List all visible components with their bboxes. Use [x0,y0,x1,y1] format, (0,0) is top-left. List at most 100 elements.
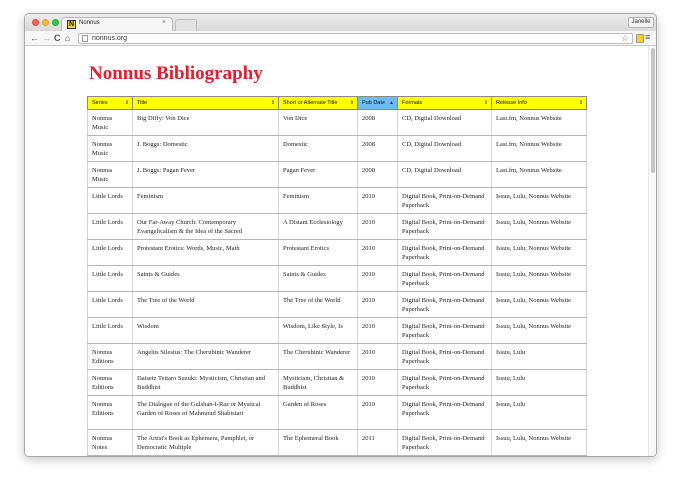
header-label: Pub Date [362,100,385,106]
table-row: Nonnus Editions The Dialogue of the Guls… [87,395,587,430]
cell-title: The Artist's Book as Ephemera, Pamphlet,… [132,429,279,456]
cell-pub-date: 2008 [357,161,398,188]
home-icon[interactable]: ⌂ [65,32,70,44]
sort-icon: ⇕ [483,100,488,106]
cell-formats: Digital Book, Print-on-Demand Paperback [397,395,492,430]
bookmark-star-icon[interactable]: ☆ [621,33,629,44]
cell-series: Little Lords [87,239,133,266]
column-header-formats[interactable]: Formats ⇕ [397,96,492,110]
cell-release-info: Issuu, Lulu, Nonnus Website [491,213,587,240]
cell-title: Feminism [132,187,279,214]
cell-release-info: Issuu, Lulu, Nonnus Website [491,317,587,344]
cell-series: Nonnus Music [87,109,133,136]
address-bar[interactable]: nonnus.org ☆ [78,33,633,44]
sort-ascending-icon: ▲ [389,100,394,106]
cell-pub-date: 2010 [357,187,398,214]
cell-formats: Digital Book, Print-on-Demand Paperback [397,343,492,370]
cell-release-info: Issuu, Lulu, Nonnus Website [491,239,587,266]
cell-series: Little Lords [87,265,133,292]
header-label: Release Info [496,100,527,106]
cell-formats: Digital Book, Print-on-Demand Paperback [397,187,492,214]
browser-toolbar: ← → C ⌂ nonnus.org ☆ ≡ [25,31,656,46]
nonnus-favicon-icon: N [67,20,76,29]
browser-window: N Nonnus × Janelle ← → C ⌂ nonnus.org ☆ … [24,13,657,457]
url-text[interactable]: nonnus.org [92,35,127,43]
cell-pub-date: 2010 [357,239,398,266]
menu-icon[interactable]: ≡ [645,32,650,42]
cell-release-info: Issuu, Lulu, Nonnus Website [491,429,587,456]
cell-short-title: Wisdom, Like Style, Is [278,317,358,344]
cell-release-info: Issuu, Lulu, Nonnus Website [491,265,587,292]
cell-release-info: Last.fm, Nonnus Website [491,161,587,188]
sort-icon: ⇕ [270,100,275,106]
cell-title: Big Diffy: Von Dice [132,109,279,136]
tab-close-icon[interactable]: × [162,19,166,26]
table-row: Nonnus Editions Daisetz Teitaro Suzuki: … [87,369,587,396]
cell-series: Little Lords [87,187,133,214]
table-row: Little Lords Protestant Erotics: Words, … [87,239,587,266]
header-label: Series [92,100,108,106]
page-icon [82,35,88,42]
sort-icon: ⇕ [578,100,583,106]
table-row: Little Lords Wisdom Wisdom, Like Style, … [87,317,587,344]
back-arrow-icon[interactable]: ← [30,32,39,44]
table-row: Nonnus Music Big Diffy: Von Dice Von Dic… [87,109,587,136]
cell-pub-date: 2008 [357,135,398,162]
header-label: Formats [402,100,423,106]
cell-short-title: Garden of Roses [278,395,358,430]
table-row: Nonnus Music J. Boggs: Domestic Domestic… [87,135,587,162]
cell-short-title: Mysticism, Christian & Buddhist [278,369,358,396]
page-title: Nonnus Bibliography [89,63,263,84]
column-header-series[interactable]: Series ⇕ [87,96,133,110]
cell-title: Our Far-Away Church: Contemporary Evange… [132,213,279,240]
cell-short-title: A Distant Ecclesiology [278,213,358,240]
column-header-title[interactable]: Title ⇕ [132,96,279,110]
cell-title: Protestant Erotics: Words, Music, Math [132,239,279,266]
sort-icon: ⇕ [349,100,354,106]
forward-arrow-icon[interactable]: → [42,32,51,44]
cell-short-title: Feminism [278,187,358,214]
extension-icon[interactable] [636,34,644,43]
cell-pub-date: 2011 [357,429,398,456]
cell-formats: Digital Book, Print-on-Demand Paperback [397,317,492,344]
title-bar: N Nonnus × Janelle [25,14,656,32]
scrollbar-thumb[interactable] [651,48,655,173]
table-row: Little Lords Feminism Feminism 2010 Digi… [87,187,587,214]
reload-icon[interactable]: C [54,32,61,44]
cell-pub-date: 2010 [357,291,398,318]
minimize-window-button[interactable] [42,19,49,26]
cell-pub-date: 2010 [357,369,398,396]
cell-formats: Digital Book, Print-on-Demand Paperback [397,429,492,456]
header-label: Title [137,100,148,106]
table-row: Little Lords Our Far-Away Church: Contem… [87,213,587,240]
column-header-release-info[interactable]: Release Info ⇕ [491,96,587,110]
cell-pub-date: 2010 [357,395,398,430]
column-header-pub-date[interactable]: Pub Date ▲ [357,96,398,110]
column-header-short-title[interactable]: Short or Alternate Title ⇕ [278,96,358,110]
cell-series: Nonnus Music [87,135,133,162]
cell-short-title: Saints & Guides [278,265,358,292]
cell-series: Nonnus Editions [87,369,133,396]
cell-pub-date: 2010 [357,317,398,344]
profile-button[interactable]: Janelle [628,17,654,28]
page-viewport: Nonnus Bibliography Series ⇕ Title ⇕ Short… [25,46,656,456]
cell-pub-date: 2008 [357,109,398,136]
browser-tab[interactable]: N Nonnus × [61,17,173,32]
zoom-window-button[interactable] [52,19,59,26]
close-window-button[interactable] [32,19,39,26]
cell-title: The Tree of the World [132,291,279,318]
cell-title: J. Boggs: Pagan Fever [132,161,279,188]
cell-title: The Dialogue of the Gulshan-I-Raz or Mys… [132,395,279,430]
new-tab-button[interactable] [175,19,197,31]
vertical-scrollbar[interactable] [648,46,656,456]
cell-title: Angelus Silesius: The Cherubinic Wandere… [132,343,279,370]
cell-formats: Digital Book, Print-on-Demand Paperback [397,291,492,318]
cell-short-title: The Ephemeral Book [278,429,358,456]
cell-series: Nonnus Editions [87,343,133,370]
cell-release-info: Issuu, Lulu, Nonnus Website [491,187,587,214]
cell-title: J. Boggs: Domestic [132,135,279,162]
cell-release-info: Last.fm, Nonnus Website [491,135,587,162]
table-row: Nonnus Editions Angelus Silesius: The Ch… [87,343,587,370]
cell-formats: Digital Book, Print-on-Demand Paperback [397,265,492,292]
cell-series: Nonnus Notes [87,429,133,456]
